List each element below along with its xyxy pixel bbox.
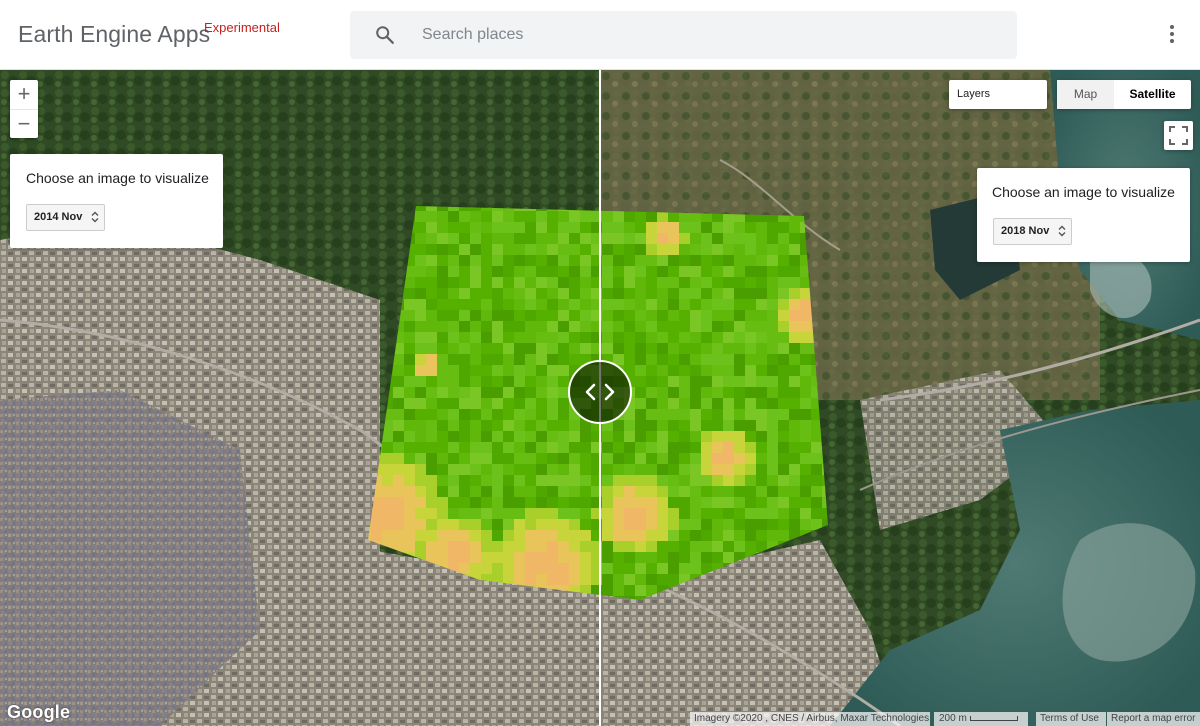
map-type-satellite-button[interactable]: Satellite xyxy=(1114,80,1191,109)
left-image-panel: Choose an image to visualize 2014 Nov xyxy=(10,154,223,248)
left-panel-title: Choose an image to visualize xyxy=(26,170,209,186)
zoom-in-button[interactable]: + xyxy=(10,80,38,109)
right-image-select-value: 2018 Nov xyxy=(1001,225,1050,237)
search-input[interactable] xyxy=(422,11,1002,59)
imagery-attribution: Imagery ©2020 , CNES / Airbus, Maxar Tec… xyxy=(690,712,930,726)
swipe-handle[interactable] xyxy=(568,360,632,424)
zoom-control: + − xyxy=(10,80,38,138)
search-icon[interactable] xyxy=(374,24,396,46)
more-vert-icon[interactable] xyxy=(1160,22,1184,48)
app-header: Earth Engine Apps Experimental xyxy=(0,0,1200,70)
right-panel-title: Choose an image to visualize xyxy=(992,184,1175,200)
fullscreen-icon xyxy=(1169,126,1188,145)
map-canvas[interactable]: + − Choose an image to visualize 2014 No… xyxy=(0,70,1200,726)
select-caret-icon xyxy=(91,211,99,223)
google-logo: Google xyxy=(7,702,71,722)
chevron-left-right-icon xyxy=(585,383,615,401)
scale-bar[interactable]: 200 m xyxy=(934,712,1028,726)
layers-dropdown[interactable]: Layers xyxy=(949,80,1047,109)
right-image-panel: Choose an image to visualize 2018 Nov xyxy=(977,168,1190,262)
scale-bar-graphic xyxy=(970,716,1018,721)
experimental-badge: Experimental xyxy=(204,20,280,35)
scale-label: 200 m xyxy=(939,713,967,724)
zoom-out-button[interactable]: − xyxy=(10,109,38,138)
left-image-select[interactable]: 2014 Nov xyxy=(26,204,106,231)
map-type-control: Map Satellite xyxy=(1057,80,1191,109)
right-image-select[interactable]: 2018 Nov xyxy=(993,218,1073,245)
fullscreen-button[interactable] xyxy=(1164,121,1193,150)
report-map-error-link[interactable]: Report a map error xyxy=(1107,712,1200,726)
search-box[interactable] xyxy=(350,11,1017,59)
map-type-map-button[interactable]: Map xyxy=(1057,80,1114,109)
left-image-select-value: 2014 Nov xyxy=(34,211,83,223)
terms-of-use-link[interactable]: Terms of Use xyxy=(1036,712,1106,726)
select-caret-icon xyxy=(1058,225,1066,237)
app-title[interactable]: Earth Engine Apps xyxy=(18,21,210,48)
